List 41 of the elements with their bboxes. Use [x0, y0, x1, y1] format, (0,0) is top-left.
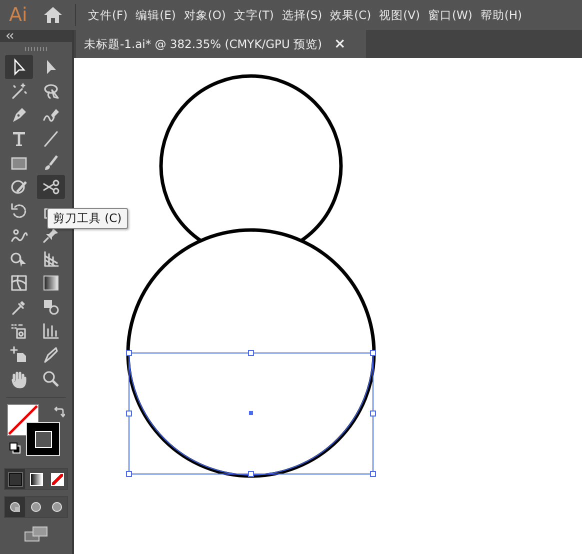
home-icon[interactable] — [43, 6, 63, 24]
arrow-tool-button[interactable] — [5, 55, 33, 79]
knife-icon — [41, 345, 61, 365]
menu-item[interactable]: 文字(T) — [234, 8, 274, 22]
lasso-icon — [41, 81, 61, 101]
menu-item[interactable]: 编辑(E) — [136, 8, 176, 22]
menu-item[interactable]: 帮助(H) — [480, 8, 522, 22]
tab-title: 未标题-1.ai* @ 382.35% (CMYK/GPU 预览) — [84, 36, 322, 52]
hand-icon — [9, 369, 29, 389]
rotate-icon — [9, 201, 29, 221]
artboard-icon — [9, 345, 29, 365]
search-icon — [41, 369, 61, 389]
menu-item[interactable]: 对象(O) — [184, 8, 226, 22]
tooltip: 剪刀工具 (C) — [47, 208, 128, 229]
selection-bounding-box[interactable] — [126, 350, 376, 477]
menu-item[interactable]: 文件(F) — [88, 8, 128, 22]
menu-item[interactable]: 效果(C) — [330, 8, 372, 22]
color-mode-button[interactable] — [5, 469, 25, 489]
menu-item[interactable]: 窗口(W) — [428, 8, 472, 22]
mesh-icon — [9, 273, 29, 293]
perspective-grid-icon — [41, 249, 61, 269]
menu-item[interactable]: 选择(S) — [282, 8, 322, 22]
blend-icon — [41, 297, 61, 317]
grip-handle[interactable] — [25, 47, 47, 51]
swap-icon[interactable] — [53, 406, 65, 418]
menu-item[interactable]: 视图(V) — [379, 8, 420, 22]
collapse-icon[interactable] — [6, 33, 14, 39]
circle-icon — [30, 501, 42, 513]
default-colors-icon[interactable] — [9, 442, 21, 454]
screen-mode-icon[interactable] — [24, 526, 48, 542]
draw-mode-button[interactable] — [5, 497, 25, 517]
scissors-icon — [41, 177, 61, 197]
circle-icon — [51, 501, 63, 513]
gradient-icon — [41, 273, 61, 293]
scissors-tool-button[interactable] — [37, 175, 65, 199]
close-button[interactable]: × — [334, 36, 346, 52]
bar-chart-icon — [41, 321, 61, 341]
fill-stroke-swatch-drawing[interactable] — [7, 404, 60, 456]
shaper-icon — [9, 177, 29, 197]
sprayer-icon — [9, 321, 29, 341]
document-tab[interactable]: 未标题-1.ai* @ 382.35% (CMYK/GPU 预览) × — [76, 30, 366, 58]
